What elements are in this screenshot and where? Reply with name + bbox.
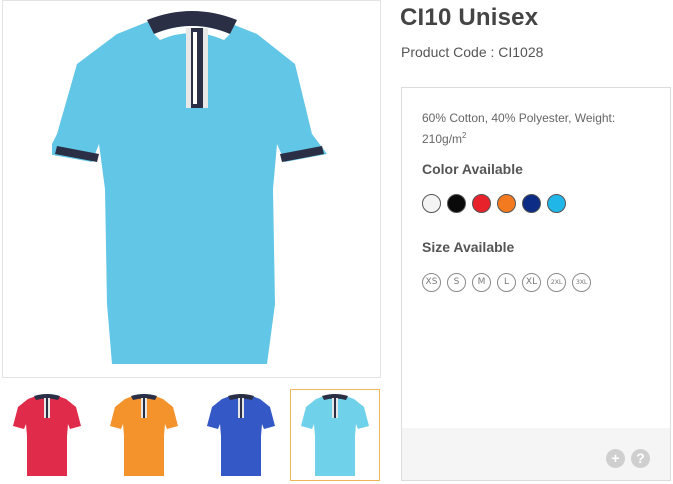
size-option-l[interactable]: L <box>497 273 516 292</box>
thumbnail-red[interactable] <box>2 389 92 481</box>
plus-icon[interactable]: + <box>606 449 625 468</box>
color-swatch-navy[interactable] <box>522 194 541 213</box>
color-swatch-sky-blue[interactable] <box>547 194 566 213</box>
size-available-label: Size Available <box>422 239 515 255</box>
thumbnail-royal-blue[interactable] <box>196 389 286 481</box>
size-option-s[interactable]: S <box>447 273 466 292</box>
product-details-panel: 60% Cotton, 40% Polyester, Weight: 210g/… <box>401 87 671 481</box>
color-available-label: Color Available <box>422 161 523 177</box>
thumbnail-strip <box>2 389 381 481</box>
size-option-xl[interactable]: XL <box>522 273 541 292</box>
color-swatch-white[interactable] <box>422 194 441 213</box>
product-code: Product Code : CI1028 <box>401 44 544 60</box>
thumbnail-sky-blue[interactable] <box>290 389 380 481</box>
polo-shirt-image <box>51 11 327 364</box>
color-swatch-list <box>422 194 566 213</box>
polo-shirt-thumbnail-icon <box>110 394 178 476</box>
color-swatch-red[interactable] <box>472 194 491 213</box>
polo-shirt-thumbnail-icon <box>301 394 369 476</box>
polo-shirt-thumbnail-icon <box>207 394 275 476</box>
help-icon[interactable]: ? <box>631 449 650 468</box>
thumbnail-orange[interactable] <box>99 389 189 481</box>
size-option-xs[interactable]: XS <box>422 273 441 292</box>
product-title: CI10 Unisex <box>400 4 539 31</box>
size-option-m[interactable]: M <box>472 273 491 292</box>
panel-footer: + ? <box>402 428 670 480</box>
color-swatch-black[interactable] <box>447 194 466 213</box>
size-option-2xl[interactable]: 2XL <box>547 273 566 292</box>
color-swatch-orange[interactable] <box>497 194 516 213</box>
material-description: 60% Cotton, 40% Polyester, Weight: 210g/… <box>422 111 616 146</box>
size-list: XS S M L XL 2XL 3XL <box>422 273 591 292</box>
size-option-3xl[interactable]: 3XL <box>572 273 591 292</box>
main-product-image[interactable] <box>2 0 381 378</box>
polo-shirt-thumbnail-icon <box>13 394 81 476</box>
